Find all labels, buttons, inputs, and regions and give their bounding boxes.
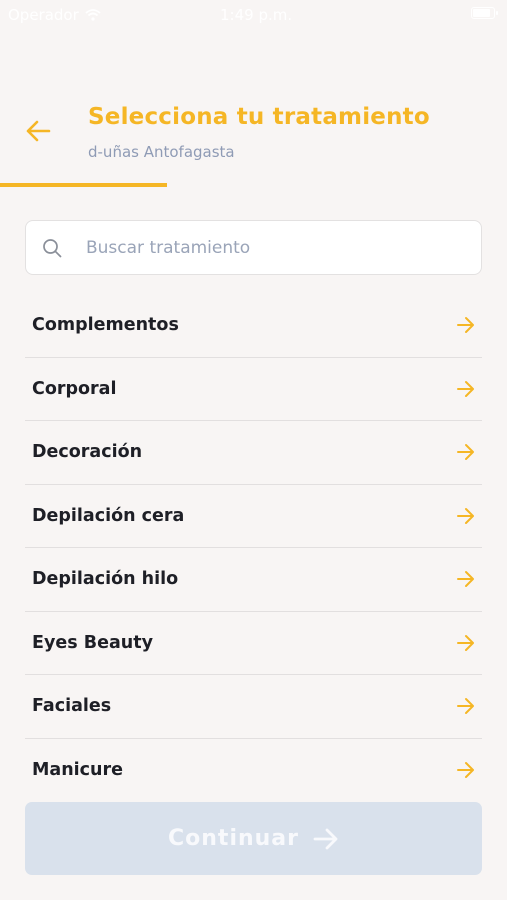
page-title: Selecciona tu tratamiento xyxy=(88,104,430,130)
list-item[interactable]: Decoración xyxy=(25,421,482,485)
arrow-right-icon xyxy=(457,444,474,460)
list-item[interactable]: Faciales xyxy=(25,675,482,739)
battery-level xyxy=(473,9,490,17)
status-bar: Operador 1:49 p.m. xyxy=(0,0,507,30)
wifi-icon xyxy=(85,9,101,21)
arrow-right-icon xyxy=(313,828,338,849)
list-item-label: Eyes Beauty xyxy=(32,632,153,653)
arrow-right-icon xyxy=(457,317,474,333)
list-item-label: Decoración xyxy=(32,442,143,462)
search-box[interactable] xyxy=(25,220,482,275)
status-time: 1:49 p.m. xyxy=(220,6,293,24)
arrow-right-icon xyxy=(457,698,474,714)
progress-bar xyxy=(0,183,507,187)
page-subtitle: d-uñas Antofagasta xyxy=(88,143,235,161)
progress-fill xyxy=(0,183,168,187)
screen: Operador 1:49 p.m. Selecciona tu tratami… xyxy=(0,0,507,900)
category-list: Complementos Corporal Decoración Depilación… xyxy=(25,294,482,802)
list-item-label: Manicure xyxy=(32,759,124,780)
list-item[interactable]: Depilación hilo xyxy=(25,548,482,612)
arrow-left-icon xyxy=(26,120,51,142)
arrow-right-icon xyxy=(457,571,474,587)
list-item-label: Complementos xyxy=(32,315,179,335)
list-item-label: Corporal xyxy=(32,378,117,399)
search-input[interactable] xyxy=(86,221,471,274)
arrow-right-icon xyxy=(457,761,474,778)
carrier: Operador xyxy=(8,6,101,24)
list-item[interactable]: Corporal xyxy=(25,358,482,421)
arrow-right-icon xyxy=(457,380,474,397)
list-item[interactable]: Manicure xyxy=(25,739,482,803)
continue-button[interactable]: Continuar xyxy=(25,802,482,875)
list-item[interactable]: Eyes Beauty xyxy=(25,612,482,675)
arrow-right-icon xyxy=(457,634,474,651)
list-item[interactable]: Complementos xyxy=(25,294,482,358)
battery-icon xyxy=(471,7,498,19)
continue-button-label: Continuar xyxy=(168,826,299,851)
search-icon xyxy=(43,239,62,258)
back-button[interactable] xyxy=(20,114,56,148)
list-item-label: Faciales xyxy=(32,696,112,716)
list-item-label: Depilación cera xyxy=(32,505,185,526)
carrier-label: Operador xyxy=(8,6,79,24)
arrow-right-icon xyxy=(457,507,474,524)
list-item-label: Depilación hilo xyxy=(32,569,179,589)
list-item[interactable]: Depilación cera xyxy=(25,485,482,548)
